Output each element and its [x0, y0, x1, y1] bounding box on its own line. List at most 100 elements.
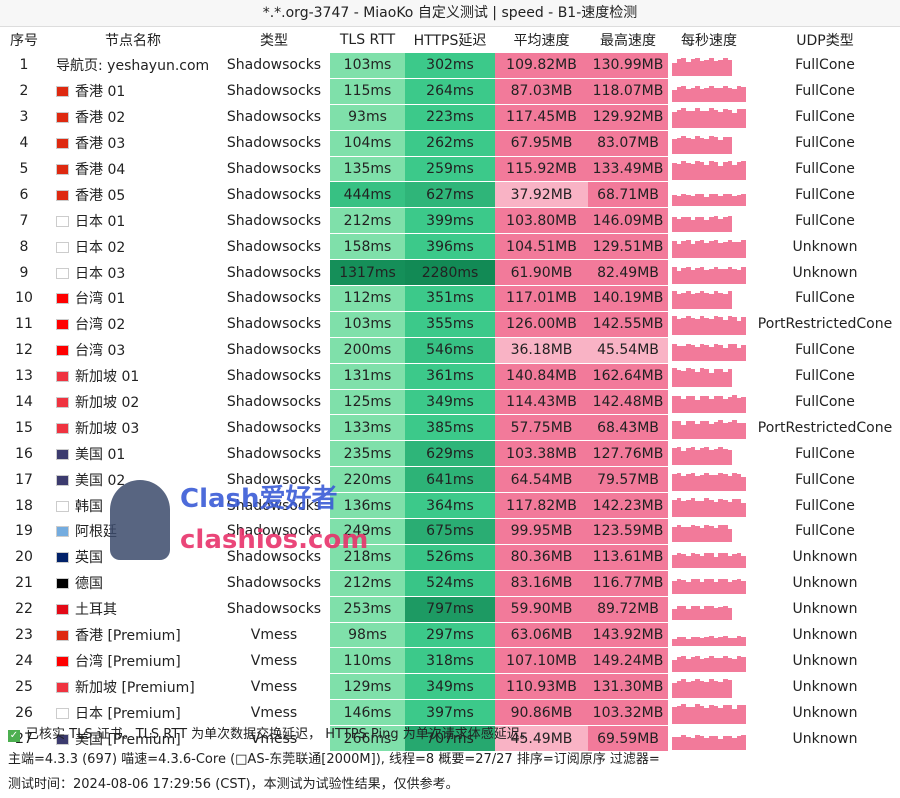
udp-type-text: Unknown	[792, 549, 858, 566]
per-second-speed-graph	[668, 181, 750, 209]
max-speed-text: 140.19MB	[592, 290, 664, 307]
protocol-type-text: Shadowsocks	[226, 238, 322, 255]
protocol-type: Shadowsocks	[218, 78, 330, 105]
results-table: 序号 节点名称 类型 TLS RTT HTTPS延迟 平均速度 最高速度 每秒速度 UDP类型 …	[0, 27, 900, 753]
row-index: 7	[0, 207, 48, 235]
flag-jp-icon	[56, 707, 69, 719]
node-name: 台湾 [Premium]	[48, 647, 218, 675]
tls-rtt: 220ms	[330, 466, 405, 494]
udp-type-text: PortRestrictedCone	[757, 419, 893, 436]
column-header: 类型	[260, 33, 288, 49]
flag-tw-icon	[56, 293, 69, 305]
max-speed-text: 89.72MB	[597, 601, 659, 618]
https-latency: 302ms	[405, 53, 495, 79]
https-latency: 797ms	[405, 596, 495, 623]
row-index-text: 2	[19, 83, 29, 100]
node-name: 美国 02	[48, 466, 218, 494]
per-second-speed-graph	[668, 647, 750, 675]
flag-hk-icon	[56, 138, 69, 150]
avg-speed-text: 110.93MB	[506, 678, 577, 695]
avg-speed-text: 107.10MB	[506, 652, 577, 669]
speed-bar	[741, 344, 746, 362]
row-index: 16	[0, 440, 48, 468]
max-speed: 68.43MB	[588, 414, 668, 442]
protocol-type-text: Shadowsocks	[226, 316, 322, 333]
protocol-type: Shadowsocks	[218, 311, 330, 338]
row-index: 5	[0, 156, 48, 183]
tls-rtt: 112ms	[330, 285, 405, 312]
https-latency: 355ms	[405, 311, 495, 338]
speed-bar	[727, 369, 733, 388]
avg-speed: 115.92MB	[495, 156, 588, 183]
protocol-type: Shadowsocks	[218, 156, 330, 183]
udp-type: Unknown	[750, 647, 900, 675]
udp-type: FullCone	[750, 518, 900, 545]
avg-speed-text: 90.86MB	[510, 704, 573, 721]
row-index: 10	[0, 285, 48, 312]
per-second-speed-graph	[668, 311, 750, 338]
avg-speed: 117.45MB	[495, 104, 588, 131]
speed-bar	[727, 607, 733, 621]
avg-speed-text: 37.92MB	[510, 186, 573, 203]
tls-rtt: 135ms	[330, 156, 405, 183]
per-second-speed-graph	[668, 673, 750, 701]
row-index: 2	[0, 78, 48, 105]
https-latency-text: 385ms	[426, 419, 474, 436]
https-latency: 264ms	[405, 78, 495, 105]
node-name-text: 日本 01	[75, 213, 126, 230]
udp-type-text: Unknown	[792, 678, 858, 695]
max-speed: 162.64MB	[588, 363, 668, 390]
udp-type: FullCone	[750, 181, 900, 209]
https-latency: 641ms	[405, 466, 495, 494]
tls-rtt: 115ms	[330, 78, 405, 105]
avg-speed: 87.03MB	[495, 78, 588, 105]
per-second-speed-graph	[668, 389, 750, 416]
avg-speed-text: 80.36MB	[510, 549, 573, 566]
protocol-type: Vmess	[218, 647, 330, 675]
tls-rtt-text: 200ms	[343, 342, 392, 359]
https-latency: 349ms	[405, 389, 495, 416]
tls-rtt: 158ms	[330, 233, 405, 261]
protocol-type: Shadowsocks	[218, 440, 330, 468]
udp-type: FullCone	[750, 207, 900, 235]
row-index: 8	[0, 233, 48, 261]
flag-jp-icon	[56, 241, 69, 253]
https-latency-text: 349ms	[426, 394, 474, 411]
flag-us-icon	[56, 448, 69, 460]
table-row: 20 英国 Shadowsocks 218ms 526ms 80.36MB 113.61MB…	[0, 544, 900, 571]
https-latency: 262ms	[405, 130, 495, 157]
protocol-type-text: Shadowsocks	[226, 135, 322, 152]
avg-speed: 126.00MB	[495, 311, 588, 338]
max-speed: 129.51MB	[588, 233, 668, 261]
max-speed-text: 83.07MB	[597, 135, 659, 152]
avg-speed: 63.06MB	[495, 622, 588, 649]
tls-rtt: 253ms	[330, 596, 405, 623]
column-header: HTTPS延迟	[413, 33, 487, 49]
protocol-type: Shadowsocks	[218, 181, 330, 209]
flag-sg-icon	[56, 422, 69, 434]
tls-rtt: 129ms	[330, 673, 405, 701]
udp-type-text: Unknown	[792, 704, 858, 721]
row-index: 24	[0, 647, 48, 675]
per-second-speed-graph	[668, 78, 750, 105]
tls-rtt: 131ms	[330, 363, 405, 390]
node-name-text: 美国 01	[75, 446, 126, 463]
avg-speed: 103.80MB	[495, 207, 588, 235]
avg-speed: 109.82MB	[495, 53, 588, 79]
speed-bar	[741, 161, 746, 180]
max-speed: 146.09MB	[588, 207, 668, 235]
tls-rtt: 218ms	[330, 544, 405, 571]
https-latency: 396ms	[405, 233, 495, 261]
speed-bar	[741, 704, 746, 724]
udp-type-text: Unknown	[792, 238, 858, 255]
avg-speed-text: 103.80MB	[506, 212, 577, 229]
flag-sg-icon	[56, 371, 69, 383]
udp-type-text: Unknown	[792, 627, 858, 644]
row-index-text: 17	[15, 471, 33, 488]
tls-rtt: 235ms	[330, 440, 405, 468]
protocol-type-text: Vmess	[250, 704, 298, 721]
node-name: 新加坡 [Premium]	[48, 673, 218, 701]
tls-rtt-text: 131ms	[343, 368, 392, 385]
https-latency: 364ms	[405, 492, 495, 520]
max-speed: 142.48MB	[588, 389, 668, 416]
